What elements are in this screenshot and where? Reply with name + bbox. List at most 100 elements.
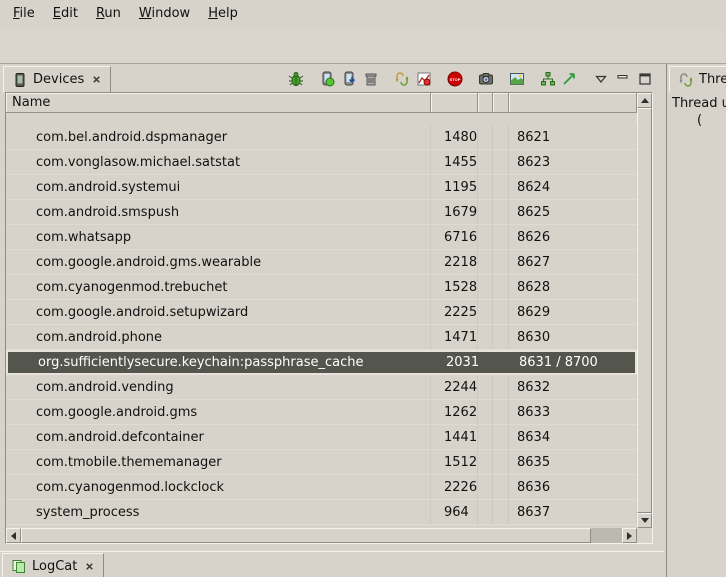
vertical-scrollbar-thumb[interactable] [637,108,652,513]
cell-blank1 [478,375,493,400]
threads-tab-icon [678,72,694,88]
process-name: com.bel.android.dspmanager [6,125,431,150]
minimize-icon[interactable] [612,69,634,89]
cell-blank2 [493,275,509,300]
process-name: com.android.defcontainer [6,425,431,450]
cell-blank2 [493,400,509,425]
scrollbar-up-button[interactable] [637,93,652,108]
arrow-down-icon [641,518,649,523]
update-heap-icon[interactable] [316,69,338,89]
process-port: 8630 [509,325,637,350]
threads-tab-label: Threads [699,72,726,87]
table-row[interactable]: com.android.phone 1471 8630 [6,325,637,350]
arrow-up-icon [641,98,649,103]
process-name: com.cyanogenmod.trebuchet [6,275,431,300]
menu-bar: FileEditRunWindowHelp [0,0,726,26]
process-pid: 22265 [431,475,478,500]
tab-threads[interactable]: Threads [669,66,726,92]
close-icon[interactable] [91,74,102,85]
process-port: 8632 [509,375,637,400]
cell-blank2 [493,125,509,150]
toolbar-separator [497,70,506,88]
table-row[interactable]: system_process 964 8637 [6,500,637,525]
column-header-blank1[interactable] [478,93,493,113]
horizontal-scrollbar[interactable] [6,528,637,543]
horizontal-scrollbar-thumb[interactable] [21,528,591,543]
cell-blank1 [478,300,493,325]
debug-process-icon[interactable] [285,69,307,89]
table-row[interactable]: com.android.systemui 1195 8624 [6,175,637,200]
system-trace-icon[interactable] [506,69,528,89]
table-row[interactable]: com.vonglasow.michael.satstat 14553 8623 [6,150,637,175]
table-row[interactable]: com.google.android.setupwizard 22250 862… [6,300,637,325]
toolbar-separator [466,70,475,88]
process-pid: 1195 [431,175,478,200]
menu-help[interactable]: Help [199,2,247,25]
tab-logcat[interactable]: LogCat [2,553,104,577]
column-header-pid[interactable] [431,93,478,113]
menu-edit[interactable]: Edit [44,2,87,25]
update-threads-icon[interactable] [391,69,413,89]
view-menu-icon[interactable] [590,69,612,89]
cell-blank1 [478,125,493,150]
cell-blank2 [493,325,509,350]
column-header-port[interactable] [509,93,637,113]
scrollbar-left-button[interactable] [6,528,21,543]
process-pid: 1512 [431,450,478,475]
vertical-scrollbar[interactable] [637,93,652,528]
process-port: 8623 [509,150,637,175]
start-method-profiling-icon[interactable] [413,69,435,89]
table-row[interactable]: com.android.defcontainer 14411 8634 [6,425,637,450]
table-row[interactable]: com.google.android.gms 12623 8633 [6,400,637,425]
tab-devices[interactable]: Devices [3,66,111,92]
process-pid: 22185 [431,250,478,275]
threads-message-line1: Thread up [672,96,726,111]
cell-blank1 [478,175,493,200]
logcat-tab-icon [11,558,27,574]
process-name: com.vonglasow.michael.satstat [6,150,431,175]
table-row[interactable]: com.cyanogenmod.lockclock 22265 8636 [6,475,637,500]
device-table-header: Name [6,93,637,113]
menu-window[interactable]: Window [130,2,199,25]
maximize-icon[interactable] [634,69,656,89]
cell-blank1 [478,450,493,475]
logcat-tab-label: LogCat [32,559,77,574]
dump-hprof-icon[interactable] [338,69,360,89]
close-icon[interactable] [84,561,95,572]
process-pid: 22250 [431,300,478,325]
cell-blank2 [493,250,509,275]
table-row[interactable]: com.android.vending 22440 8632 [6,375,637,400]
cell-blank2 [495,352,511,373]
hierarchy-view-icon[interactable] [537,69,559,89]
process-pid: 1679 [431,200,478,225]
cell-blank2 [493,500,509,525]
arrow-right-icon [627,532,632,540]
cell-blank1 [480,352,495,373]
process-port: 8625 [509,200,637,225]
ddms-window: FileEditRunWindowHelp Devices STOP Name [0,0,726,577]
table-row[interactable]: com.tmobile.thememanager 1512 8635 [6,450,637,475]
scrollbar-down-button[interactable] [637,513,652,528]
stop-process-icon[interactable]: STOP [444,69,466,89]
table-row[interactable]: org.sufficientlysecure.keychain:passphra… [6,350,637,375]
devices-tabstrip: Devices STOP [0,64,664,92]
menu-file[interactable]: File [4,2,44,25]
process-port: 8627 [509,250,637,275]
cell-blank1 [478,325,493,350]
table-row[interactable]: com.google.android.gms.wearable 22185 86… [6,250,637,275]
scrollbar-right-button[interactable] [622,528,637,543]
process-name: com.android.systemui [6,175,431,200]
cell-blank1 [478,200,493,225]
screen-capture-icon[interactable] [475,69,497,89]
table-row[interactable]: com.cyanogenmod.trebuchet 1528 8628 [6,275,637,300]
table-row[interactable]: com.android.smspush 1679 8625 [6,200,637,225]
column-header-name[interactable]: Name [6,93,431,113]
table-row[interactable]: com.bel.android.dspmanager 1480 8621 [6,125,637,150]
cause-gc-icon[interactable] [360,69,382,89]
menu-run[interactable]: Run [87,2,130,25]
table-row[interactable]: com.whatsapp 6716 8626 [6,225,637,250]
cell-blank1 [478,400,493,425]
column-header-blank2[interactable] [493,93,509,113]
gl-trace-icon[interactable] [559,69,581,89]
cell-blank2 [493,300,509,325]
